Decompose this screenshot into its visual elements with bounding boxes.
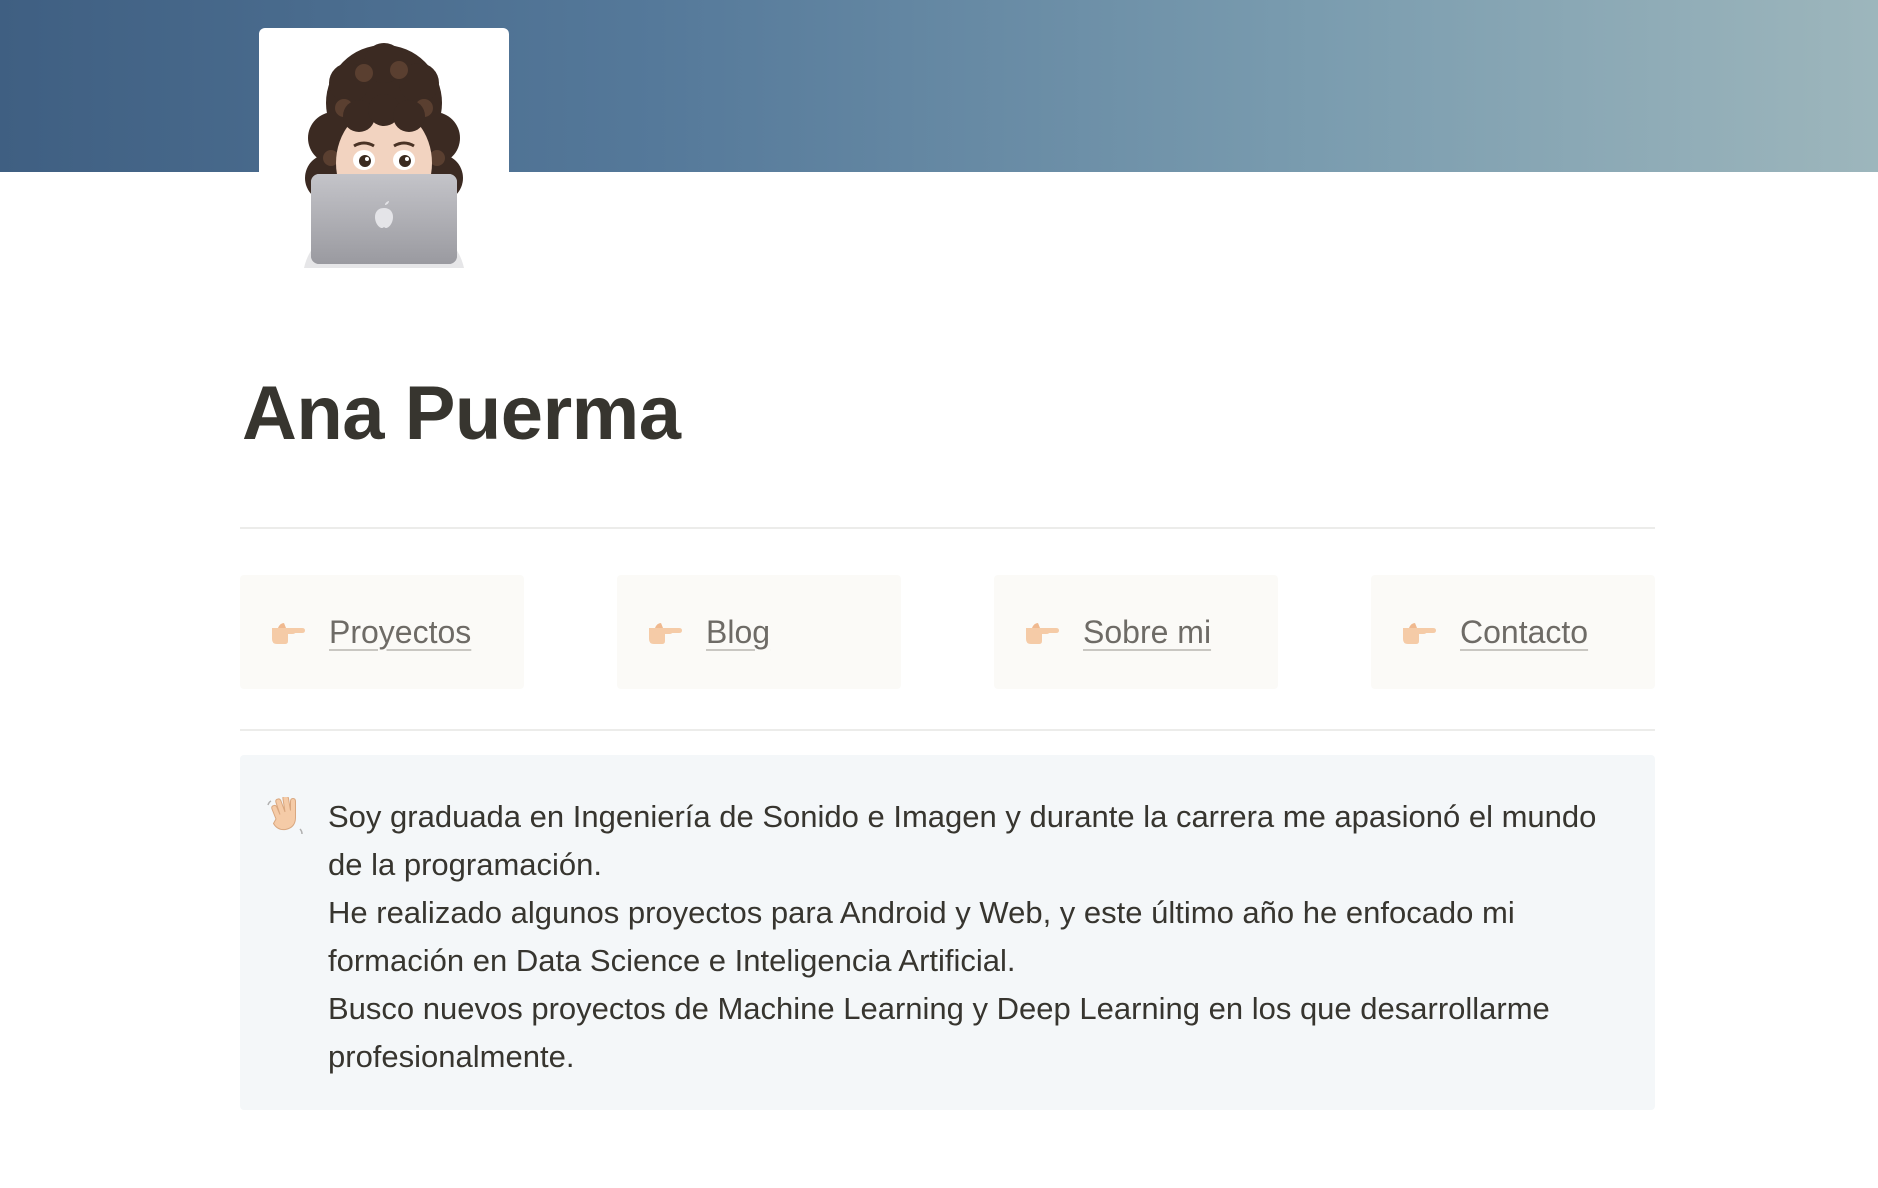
- waving-hand-icon[interactable]: [266, 794, 306, 837]
- memoji-laptop-icon: [304, 43, 464, 268]
- nav-label-contacto[interactable]: Contacto: [1460, 614, 1588, 651]
- callout-line: He realizado algunos proyectos para Andr…: [328, 895, 1515, 978]
- callout-line: Soy graduada en Ingeniería de Sonido e I…: [328, 799, 1597, 882]
- divider: [240, 729, 1655, 731]
- nav-card-blog[interactable]: Blog: [617, 575, 901, 689]
- pointing-hand-icon: [1024, 619, 1060, 645]
- nav-cards: Proyectos Blog Sobre mi Contacto: [240, 575, 1655, 689]
- nav-label-blog[interactable]: Blog: [706, 614, 770, 651]
- callout-line: Busco nuevos proyectos de Machine Learni…: [328, 991, 1550, 1074]
- nav-label-proyectos[interactable]: Proyectos: [329, 614, 471, 651]
- page-title[interactable]: Ana Puerma: [242, 372, 681, 456]
- nav-label-sobre-mi[interactable]: Sobre mi: [1083, 614, 1211, 651]
- nav-card-contacto[interactable]: Contacto: [1371, 575, 1655, 689]
- divider: [240, 527, 1655, 529]
- nav-card-sobre-mi[interactable]: Sobre mi: [994, 575, 1278, 689]
- pointing-hand-icon: [647, 619, 683, 645]
- page-icon-avatar[interactable]: [259, 28, 509, 268]
- pointing-hand-icon: [1401, 619, 1437, 645]
- nav-card-proyectos[interactable]: Proyectos: [240, 575, 524, 689]
- intro-callout[interactable]: Soy graduada en Ingeniería de Sonido e I…: [240, 755, 1655, 1110]
- pointing-hand-icon: [270, 619, 306, 645]
- notion-page: Ana Puerma Proyectos Blog Sobre mi Conta…: [0, 0, 1878, 1188]
